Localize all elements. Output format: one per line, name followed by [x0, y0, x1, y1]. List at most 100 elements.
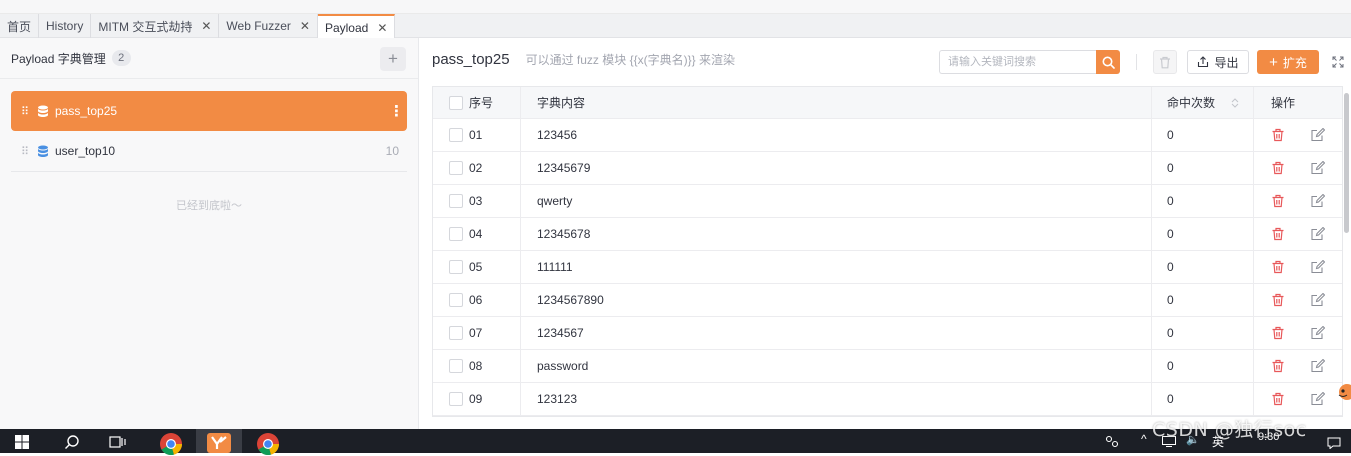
trash-icon[interactable] [1271, 260, 1285, 274]
delete-selected-button[interactable] [1153, 50, 1177, 74]
row-number: 01 [469, 128, 483, 142]
tab-web-fuzzer[interactable]: Web Fuzzer ✕ [219, 14, 318, 38]
tab-payload[interactable]: Payload ✕ [317, 14, 396, 39]
chrome-icon[interactable] [256, 432, 280, 456]
more-vertical-icon[interactable]: ⋮ [389, 102, 404, 120]
sort-icon[interactable] [1231, 97, 1239, 109]
trash-icon[interactable] [1271, 293, 1285, 307]
table-row[interactable]: 02 12345679 0 [433, 152, 1342, 185]
add-dictionary-button[interactable]: + [380, 47, 406, 71]
watermark: CSDN @独行soc [1152, 419, 1307, 441]
tab-label: History [46, 19, 84, 33]
table-row[interactable]: 07 1234567 0 [433, 317, 1342, 350]
yakit-app-icon [207, 433, 231, 453]
notification-icon[interactable] [1327, 437, 1341, 449]
trash-icon[interactable] [1271, 227, 1285, 241]
row-checkbox[interactable] [449, 128, 463, 142]
row-number: 06 [469, 293, 483, 307]
close-icon[interactable]: ✕ [377, 21, 387, 35]
tab-mitm[interactable]: MITM 交互式劫持 ✕ [91, 14, 220, 38]
window-top-strip [0, 0, 1351, 14]
table-row[interactable]: 09 123123 0 [433, 383, 1342, 416]
row-hits: 0 [1167, 392, 1174, 406]
mascot-icon[interactable] [1335, 382, 1351, 402]
row-value: 12345679 [537, 161, 591, 175]
trash-icon[interactable] [1271, 359, 1285, 373]
dictionary-list: ⠿ pass_top25 ⋮ ⠿ user_top10 10 已经到底啦～ [0, 79, 418, 213]
trash-icon[interactable] [1271, 161, 1285, 175]
expand-label: 扩充 [1282, 55, 1307, 70]
tab-home[interactable]: 首页 [0, 14, 40, 38]
table-row[interactable]: 05 111111 0 [433, 251, 1342, 284]
close-icon[interactable]: ✕ [300, 19, 310, 33]
trash-icon[interactable] [1271, 326, 1285, 340]
row-checkbox[interactable] [449, 194, 463, 208]
row-number: 03 [469, 194, 483, 208]
taskbar-active-app[interactable] [196, 429, 242, 453]
edit-icon[interactable] [1311, 127, 1326, 142]
row-hits: 0 [1167, 326, 1174, 340]
close-icon[interactable]: ✕ [201, 19, 211, 33]
sidebar-item-label: user_top10 [55, 144, 116, 158]
detail-header: pass_top25 可以通过 fuzz 模块 {{x(字典名)}} 来渲染 [432, 51, 735, 68]
row-checkbox[interactable] [449, 293, 463, 307]
column-header-ops: 操作 [1271, 96, 1296, 110]
edit-icon[interactable] [1311, 292, 1326, 307]
chrome-icon[interactable] [159, 432, 183, 456]
edit-icon[interactable] [1311, 391, 1326, 406]
sidebar-title: Payload 字典管理 [11, 51, 106, 66]
column-header-value: 字典内容 [537, 96, 586, 110]
row-number: 04 [469, 227, 483, 241]
row-checkbox[interactable] [449, 392, 463, 406]
drag-handle-icon[interactable]: ⠿ [21, 105, 29, 118]
search-icon [1102, 56, 1115, 69]
search-input[interactable] [939, 50, 1096, 74]
tab-bar: 首页 History MITM 交互式劫持 ✕ Web Fuzzer ✕ Paylo… [0, 14, 1351, 39]
edit-icon[interactable] [1311, 193, 1326, 208]
row-number: 02 [469, 161, 483, 175]
expand-dictionary-button[interactable]: + 扩充 [1257, 50, 1319, 74]
trash-icon[interactable] [1271, 392, 1285, 406]
export-button[interactable]: 导出 [1187, 50, 1249, 74]
search-icon[interactable] [64, 434, 80, 450]
task-view-icon[interactable] [109, 435, 127, 449]
row-checkbox[interactable] [449, 326, 463, 340]
plus-icon: + [1269, 53, 1278, 71]
tab-history[interactable]: History [39, 14, 92, 38]
tab-label: Web Fuzzer [226, 19, 291, 33]
export-label: 导出 [1214, 55, 1239, 70]
sidebar-header: Payload 字典管理 2 + [0, 38, 418, 79]
row-hits: 0 [1167, 260, 1174, 274]
chevron-up-icon[interactable]: ^ [1141, 432, 1147, 446]
fullscreen-icon[interactable] [1332, 56, 1344, 68]
table-row[interactable]: 08 password 0 [433, 350, 1342, 383]
table-row[interactable]: 03 qwerty 0 [433, 185, 1342, 218]
row-checkbox[interactable] [449, 161, 463, 175]
search-button[interactable] [1096, 50, 1120, 74]
row-checkbox[interactable] [449, 227, 463, 241]
trash-icon[interactable] [1271, 128, 1285, 142]
column-header-no: 序号 [469, 96, 494, 110]
table-row[interactable]: 06 1234567890 0 [433, 284, 1342, 317]
row-number: 07 [469, 326, 483, 340]
table-row[interactable]: 04 12345678 0 [433, 218, 1342, 251]
drag-handle-icon[interactable]: ⠿ [21, 145, 29, 158]
sidebar-item-user-top10[interactable]: ⠿ user_top10 10 [11, 131, 407, 171]
sidebar-item-pass-top25[interactable]: ⠿ pass_top25 ⋮ [11, 91, 407, 131]
table-row[interactable]: 01 123456 0 [433, 119, 1342, 152]
select-all-checkbox[interactable] [449, 95, 463, 110]
people-icon[interactable] [1104, 435, 1120, 449]
edit-icon[interactable] [1311, 259, 1326, 274]
table-scrollbar[interactable] [1344, 93, 1349, 233]
tab-label: MITM 交互式劫持 [98, 19, 193, 34]
row-checkbox[interactable] [449, 260, 463, 274]
row-checkbox[interactable] [449, 359, 463, 373]
edit-icon[interactable] [1311, 160, 1326, 175]
edit-icon[interactable] [1311, 358, 1326, 373]
trash-icon[interactable] [1271, 194, 1285, 208]
edit-icon[interactable] [1311, 226, 1326, 241]
list-end-text: 已经到底啦～ [176, 200, 242, 212]
edit-icon[interactable] [1311, 325, 1326, 340]
windows-start-icon[interactable] [15, 435, 29, 449]
database-icon [38, 105, 48, 117]
